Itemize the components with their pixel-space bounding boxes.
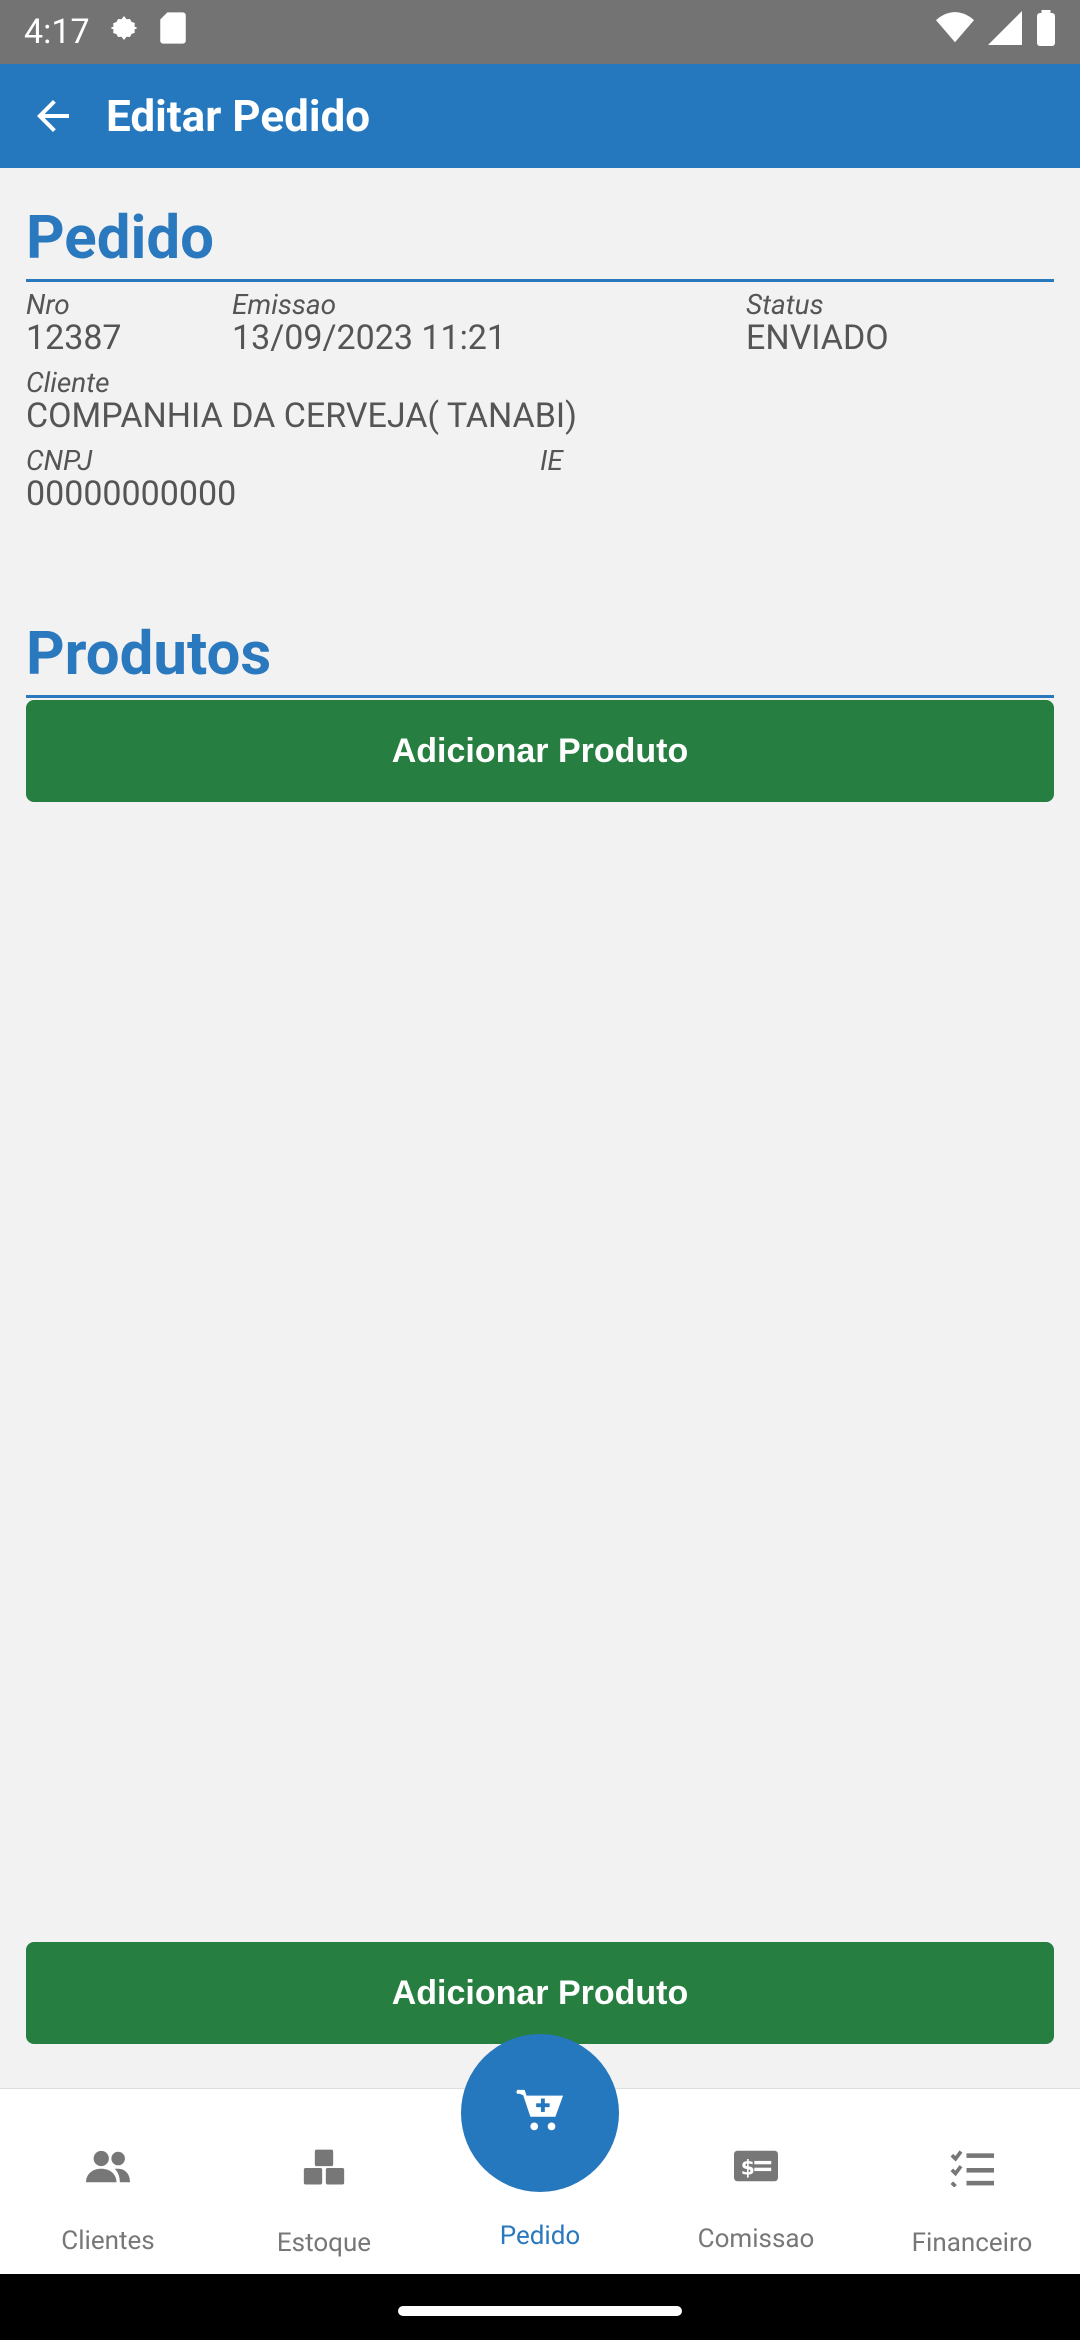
add-product-button-bottom[interactable]: Adicionar Produto [26, 1942, 1054, 2044]
wifi-icon [936, 11, 974, 54]
ie-field: IE [540, 446, 563, 476]
status-bar: 4:17 [0, 0, 1080, 64]
nav-item-clientes[interactable]: Clientes [0, 2089, 216, 2274]
home-gesture-handle[interactable] [398, 2306, 682, 2316]
boxes-icon [302, 2149, 346, 2194]
nav-label-estoque: Estoque [276, 2228, 372, 2258]
nav-item-estoque[interactable]: Estoque [216, 2089, 432, 2274]
nro-field: Nro 12387 [26, 288, 122, 358]
status-value: ENVIADO [746, 318, 889, 358]
people-icon [86, 2149, 130, 2192]
nro-value: 12387 [26, 318, 122, 358]
emissao-field: Emissao 13/09/2023 11:21 [232, 288, 507, 358]
signal-icon [988, 10, 1022, 54]
cart-fab-button[interactable] [461, 2034, 619, 2192]
status-time: 4:17 [24, 12, 90, 52]
nro-label: Nro [26, 288, 70, 321]
nav-label-comissao: Comissao [697, 2224, 815, 2254]
cliente-value: COMPANHIA DA CERVEJA( TANABI) [26, 396, 577, 436]
nav-item-financeiro[interactable]: Financeiro [864, 2089, 1080, 2274]
emissao-label: Emissao [232, 288, 337, 321]
cliente-field: Cliente COMPANHIA DA CERVEJA( TANABI) [26, 366, 577, 436]
cnpj-value: 00000000000 [26, 474, 237, 514]
nav-label-pedido: Pedido [499, 2221, 581, 2251]
app-bar: Editar Pedido [0, 64, 1080, 168]
nav-label-financeiro: Financeiro [911, 2228, 1033, 2258]
settings-icon [106, 10, 142, 55]
order-content: Pedido Nro 12387 Emissao 13/09/2023 11:2… [26, 168, 1054, 802]
emissao-value: 13/09/2023 11:21 [232, 318, 507, 358]
cnpj-row: CNPJ 00000000000 IE [26, 446, 1054, 524]
cliente-label: Cliente [26, 366, 110, 399]
battery-icon [1036, 9, 1056, 55]
svg-text:$: $ [741, 2155, 755, 2179]
status-field: Status ENVIADO [746, 288, 889, 358]
status-label: Status [746, 288, 824, 321]
money-icon: $ [734, 2149, 778, 2190]
back-arrow-icon[interactable] [26, 89, 80, 143]
pedido-info-row: Nro 12387 Emissao 13/09/2023 11:21 Statu… [26, 290, 1054, 368]
add-product-button-top[interactable]: Adicionar Produto [26, 700, 1054, 802]
sd-card-icon [158, 11, 188, 54]
cart-add-icon [515, 2089, 565, 2137]
nav-label-clientes: Clientes [61, 2226, 155, 2256]
cnpj-label: CNPJ [26, 444, 93, 477]
produtos-section-title: Produtos [26, 618, 1054, 698]
cnpj-field: CNPJ 00000000000 [26, 444, 237, 514]
pedido-section-title: Pedido [26, 202, 1054, 282]
ie-label: IE [540, 444, 563, 477]
page-title: Editar Pedido [106, 90, 371, 142]
checklist-icon [950, 2149, 994, 2194]
cliente-row: Cliente COMPANHIA DA CERVEJA( TANABI) [26, 368, 1054, 446]
nav-item-comissao[interactable]: $ Comissao [648, 2089, 864, 2274]
